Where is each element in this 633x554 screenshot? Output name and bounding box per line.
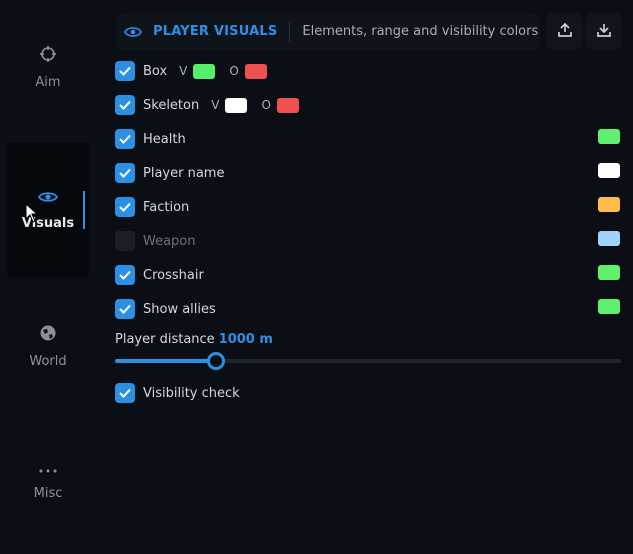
visible-label: V (211, 98, 220, 112)
box-checkbox[interactable] (115, 61, 135, 81)
visibility-check-checkbox[interactable] (115, 383, 135, 403)
crosshair-icon (39, 45, 57, 67)
sidebar-item-misc[interactable]: Misc (7, 415, 89, 549)
active-indicator (83, 191, 85, 229)
occluded-label: O (261, 98, 271, 112)
distance-value: 1000 m (218, 332, 273, 347)
mouse-cursor-icon (25, 202, 39, 227)
show-allies-color-swatch[interactable] (598, 299, 620, 314)
section-subtitle: Elements, range and visibility colors (302, 24, 539, 39)
export-button[interactable] (546, 13, 583, 50)
box-occluded-color-swatch[interactable] (244, 63, 267, 79)
crosshair-color-swatch[interactable] (598, 265, 620, 280)
sidebar-item-label: World (29, 353, 67, 369)
upload-icon (557, 22, 573, 42)
option-health: Health (115, 129, 186, 149)
sidebar-item-world[interactable]: World (7, 279, 89, 413)
more-icon (38, 463, 58, 478)
option-box: Box V O (115, 61, 267, 81)
eye-icon (37, 190, 59, 208)
sidebar-item-label: Aim (35, 74, 61, 90)
eye-icon (124, 23, 142, 41)
option-label: Crosshair (143, 267, 204, 283)
skeleton-visible-color-swatch[interactable] (225, 97, 248, 113)
option-label: Skeleton (143, 97, 200, 113)
option-label: Weapon (143, 233, 196, 249)
globe-icon (39, 324, 57, 346)
slider-fill (115, 359, 217, 363)
slider-thumb[interactable] (207, 352, 226, 370)
weapon-checkbox[interactable] (115, 231, 135, 251)
player-distance-slider[interactable] (115, 352, 621, 370)
option-show-allies: Show allies (115, 299, 216, 319)
player-name-color-swatch[interactable] (598, 163, 620, 178)
option-weapon: Weapon (115, 231, 196, 251)
option-label: Health (143, 131, 186, 147)
header-divider (289, 21, 291, 42)
weapon-color-swatch[interactable] (598, 231, 620, 246)
sidebar: Aim Visuals World Misc (0, 0, 95, 554)
option-visibility-check: Visibility check (115, 383, 240, 403)
option-faction: Faction (115, 197, 189, 217)
option-player-name: Player name (115, 163, 224, 183)
option-label: Faction (143, 199, 190, 215)
import-button[interactable] (585, 13, 622, 50)
health-color-swatch[interactable] (598, 129, 620, 144)
skeleton-checkbox[interactable] (115, 95, 135, 115)
skeleton-occluded-color-swatch[interactable] (276, 97, 299, 113)
sidebar-item-visuals[interactable]: Visuals (7, 143, 89, 277)
show-allies-checkbox[interactable] (115, 299, 135, 319)
section-title: PLAYER VISUALS (153, 24, 278, 39)
option-label: Box (143, 63, 168, 79)
option-label: Show allies (143, 301, 216, 317)
crosshair-checkbox[interactable] (115, 265, 135, 285)
option-label: Player name (143, 165, 225, 181)
distance-label-text: Player distance (115, 332, 215, 347)
sidebar-item-aim[interactable]: Aim (7, 0, 89, 134)
health-checkbox[interactable] (115, 129, 135, 149)
option-skeleton: Skeleton V O (115, 95, 299, 115)
player-distance-label: Player distance 1000 m (115, 332, 273, 347)
download-icon (596, 22, 612, 42)
option-label: Visibility check (143, 385, 240, 401)
box-visible-color-swatch[interactable] (193, 63, 216, 79)
faction-color-swatch[interactable] (598, 197, 620, 212)
faction-checkbox[interactable] (115, 197, 135, 217)
occluded-label: O (229, 64, 239, 78)
option-crosshair: Crosshair (115, 265, 204, 285)
visible-label: V (179, 64, 188, 78)
section-header: PLAYER VISUALS Elements, range and visib… (116, 13, 540, 50)
sidebar-item-label: Misc (33, 486, 63, 501)
player-name-checkbox[interactable] (115, 163, 135, 183)
